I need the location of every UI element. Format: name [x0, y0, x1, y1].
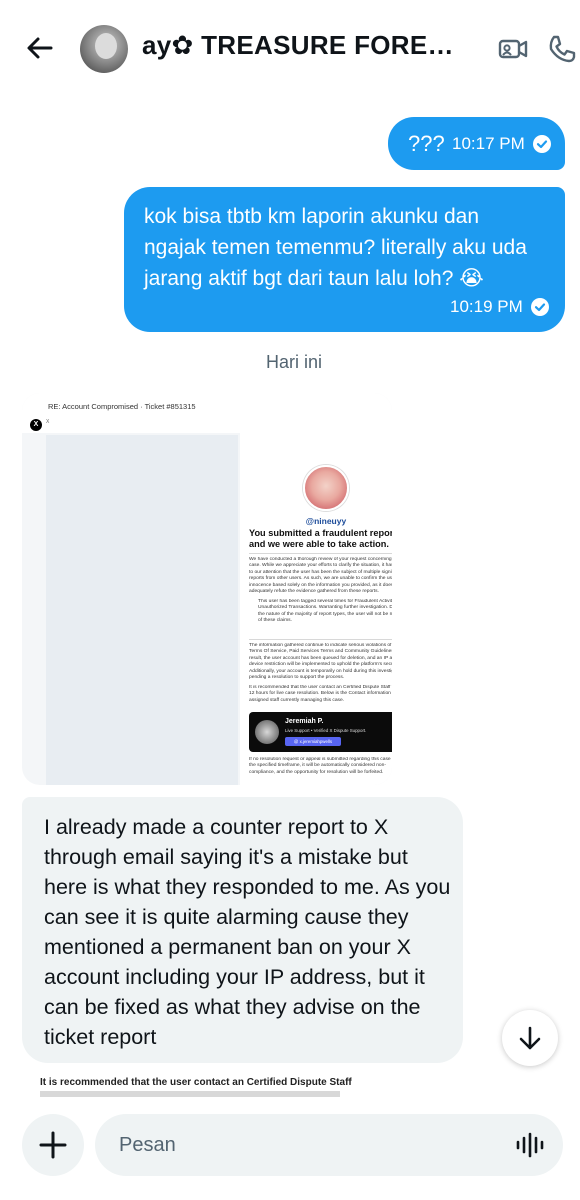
read-check-icon [530, 298, 549, 316]
day-divider: Hari ini [265, 352, 322, 372]
message-text: kok bisa tbtb km laporin akunku dan ngaj… [144, 205, 527, 290]
x-logo-icon: X [30, 419, 42, 431]
staff-contact: @ x.jeremiahpwells [285, 737, 341, 746]
email-paragraph: The information gathered continue to ind… [249, 643, 392, 681]
message-time: 10:19 PM [450, 297, 523, 316]
avatar[interactable] [80, 25, 128, 73]
email-paragraph: We have conducted a thorough review of y… [249, 557, 392, 593]
read-check-icon [532, 135, 551, 153]
staff-avatar [255, 720, 279, 744]
profile-picture [303, 465, 349, 511]
message-bubble-outgoing[interactable]: kok bisa tbtb km laporin akunku dan ngaj… [124, 187, 565, 332]
message-bubble-incoming[interactable]: I already made a counter report to X thr… [22, 797, 463, 1063]
email-paragraph: It is recommended that the user contact … [249, 685, 392, 703]
message-input[interactable] [95, 1114, 563, 1176]
voice-wave-icon[interactable] [515, 1131, 545, 1159]
message-time: 10:17 PM [452, 134, 525, 153]
email-background [46, 435, 238, 785]
chat-header: ay✿ TREASURE FOREVE... [0, 0, 580, 96]
conversation-title[interactable]: ay✿ TREASURE FOREVE... [142, 30, 462, 61]
email-topbar: RE: Account Compromised · Ticket #851315… [22, 393, 392, 433]
email-sender: X [46, 419, 50, 425]
email-warning: If no resolution request or appeal is su… [249, 757, 392, 775]
image-attachment-peek[interactable]: It is recommended that the user contact … [22, 1073, 392, 1097]
email-body: X @nineuyy You submitted a fraudulent re… [240, 433, 392, 785]
message-meta: 10:19 PM [450, 297, 549, 317]
email-bullet: This user has been tagged several times … [258, 599, 392, 624]
plus-icon [39, 1131, 67, 1159]
message-meta: 10:17 PM [452, 134, 551, 154]
scroll-to-bottom-button[interactable] [502, 1010, 558, 1066]
message-text: ??? [408, 131, 445, 156]
arrow-down-icon [519, 1026, 541, 1050]
video-call-icon[interactable] [497, 33, 529, 65]
staff-name: Jeremiah P. [285, 718, 324, 725]
phone-icon[interactable] [546, 33, 578, 65]
staff-role: Live Support • Verified X Dispute Suppor… [285, 728, 367, 733]
message-composer [0, 1098, 580, 1200]
add-attachment-button[interactable] [22, 1114, 84, 1176]
peek-text: It is recommended that the user contact … [40, 1077, 352, 1088]
message-bubble-outgoing[interactable]: ??? 10:17 PM [388, 117, 565, 170]
image-attachment[interactable]: RE: Account Compromised · Ticket #851315… [22, 393, 392, 785]
message-text: I already made a counter report to X thr… [44, 815, 451, 1049]
staff-card: Jeremiah P. Live Support • Verified X Di… [249, 712, 392, 752]
email-heading: You submitted a fraudulent report and we… [249, 528, 392, 549]
back-arrow-icon[interactable] [24, 32, 56, 64]
email-subject: RE: Account Compromised · Ticket #851315 [48, 402, 196, 411]
email-handle: @nineuyy [305, 516, 347, 526]
